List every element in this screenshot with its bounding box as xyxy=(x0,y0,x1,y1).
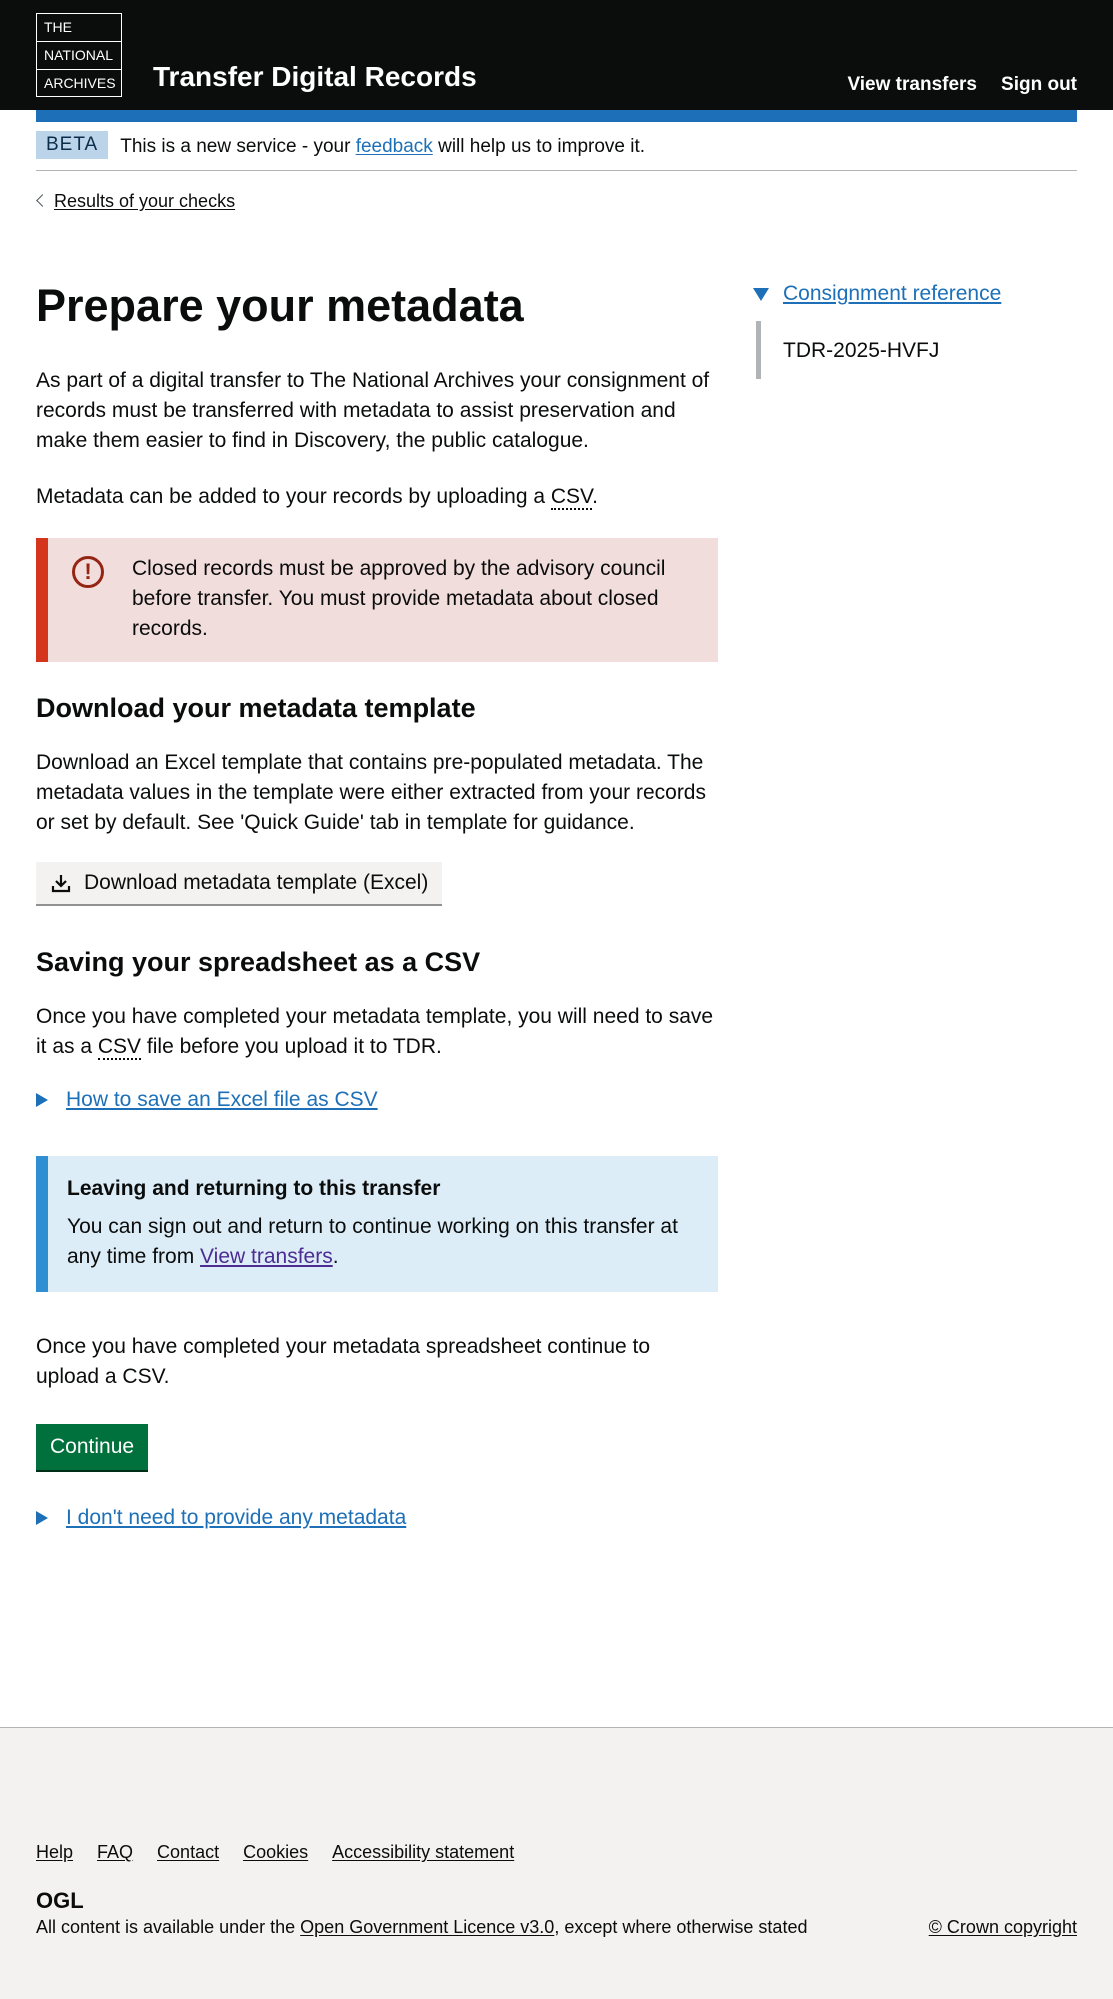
inset-text: You can sign out and return to continue … xyxy=(67,1212,694,1272)
service-name[interactable]: Transfer Digital Records xyxy=(153,61,477,93)
consignment-sidebar: Consignment reference TDR-2025-HVFJ xyxy=(753,282,1077,379)
page-title: Prepare your metadata xyxy=(36,280,524,331)
licence-before: All content is available under the xyxy=(36,1917,301,1937)
copyright: © Crown copyright xyxy=(929,1917,1077,1938)
warning-icon: ! xyxy=(72,556,104,588)
saving-body-after: file before you upload it to TDR. xyxy=(141,1035,442,1058)
no-metadata-link[interactable]: I don't need to provide any metadata xyxy=(66,1506,406,1530)
saving-heading: Saving your spreadsheet as a CSV xyxy=(36,947,481,977)
phase-banner: BETA This is a new service - your feedba… xyxy=(36,131,1077,171)
intro-paragraph: As part of a digital transfer to The Nat… xyxy=(36,369,710,452)
saving-body: Once you have completed your metadata te… xyxy=(36,1002,718,1062)
consignment-reference-value: TDR-2025-HVFJ xyxy=(756,321,1077,379)
save-csv-details-summary[interactable]: How to save an Excel file as CSV xyxy=(66,1088,378,1112)
csv-paragraph-after: . xyxy=(592,485,598,508)
csv-paragraph-before: Metadata can be added to your records by… xyxy=(36,485,551,508)
main-content: Prepare your metadata As part of a digit… xyxy=(36,280,718,1574)
csv-abbr: CSV xyxy=(97,1035,142,1060)
logo-line: THE xyxy=(37,14,121,42)
footer-link-faq[interactable]: FAQ xyxy=(97,1842,133,1863)
national-archives-logo[interactable]: THE NATIONAL ARCHIVES xyxy=(36,13,122,97)
consignment-details[interactable]: Consignment reference xyxy=(753,282,1077,306)
expand-triangle-icon xyxy=(36,1511,48,1525)
download-heading: Download your metadata template xyxy=(36,693,476,723)
logo-line: ARCHIVES xyxy=(44,75,116,91)
continue-button[interactable]: Continue xyxy=(36,1424,149,1470)
inset-view-transfers-link[interactable]: View transfers xyxy=(200,1245,333,1268)
inset-text-after: . xyxy=(332,1245,339,1268)
back-link[interactable]: Results of your checks xyxy=(36,191,235,211)
csv-abbr: CSV xyxy=(550,485,593,510)
licence-after: , except where otherwise stated xyxy=(554,1917,808,1937)
site-header: THE NATIONAL ARCHIVES Transfer Digital R… xyxy=(0,0,1113,110)
header-nav: View transfers Sign out xyxy=(847,74,1077,96)
footer-link-contact[interactable]: Contact xyxy=(157,1842,219,1863)
warning-text: Closed records must be approved by the a… xyxy=(132,557,666,640)
ogl-logo-text: OGL xyxy=(36,1889,84,1911)
footer-link-accessibility[interactable]: Accessibility statement xyxy=(332,1842,514,1863)
download-icon xyxy=(51,875,71,893)
beta-text-before: This is a new service - your xyxy=(120,136,356,157)
ogl-logo-icon: OGL xyxy=(36,1889,84,1911)
breadcrumb: Results of your checks xyxy=(36,191,235,212)
licence-statement: All content is available under the Open … xyxy=(36,1917,807,1938)
footer-link-cookies[interactable]: Cookies xyxy=(243,1842,308,1863)
info-inset: Leaving and returning to this transfer Y… xyxy=(36,1156,718,1292)
download-button-label: Download metadata template (Excel) xyxy=(84,871,429,894)
feedback-link[interactable]: feedback xyxy=(356,136,433,157)
site-footer: Help FAQ Contact Cookies Accessibility s… xyxy=(0,1727,1113,1999)
footer-link-help[interactable]: Help xyxy=(36,1842,73,1863)
logo-line: NATIONAL xyxy=(37,42,121,70)
closing-paragraph: Once you have completed your metadata sp… xyxy=(36,1335,651,1388)
beta-text: This is a new service - your feedback wi… xyxy=(120,136,645,158)
crown-copyright-link[interactable]: © Crown copyright xyxy=(929,1917,1077,1937)
collapse-triangle-icon xyxy=(753,287,769,301)
consignment-reference-summary[interactable]: Consignment reference xyxy=(783,282,1001,306)
no-metadata-details[interactable]: I don't need to provide any metadata xyxy=(36,1506,718,1530)
inset-title: Leaving and returning to this transfer xyxy=(67,1177,441,1200)
download-template-button[interactable]: Download metadata template (Excel) xyxy=(36,862,443,904)
beta-text-after: will help us to improve it. xyxy=(432,136,646,157)
csv-paragraph: Metadata can be added to your records by… xyxy=(36,482,718,512)
beta-tag: BETA xyxy=(36,131,109,159)
expand-triangle-icon xyxy=(36,1093,48,1107)
download-body: Download an Excel template that contains… xyxy=(36,751,706,834)
inset-text-before: You can sign out and return to continue … xyxy=(67,1215,678,1268)
licence-link[interactable]: Open Government Licence v3.0 xyxy=(300,1917,554,1937)
footer-links: Help FAQ Contact Cookies Accessibility s… xyxy=(36,1842,514,1863)
save-csv-details[interactable]: How to save an Excel file as CSV xyxy=(36,1088,718,1112)
view-transfers-link[interactable]: View transfers xyxy=(847,74,977,96)
warning-callout: ! Closed records must be approved by the… xyxy=(36,538,718,662)
header-accent-bar xyxy=(36,110,1077,122)
sign-out-link[interactable]: Sign out xyxy=(1001,74,1077,96)
